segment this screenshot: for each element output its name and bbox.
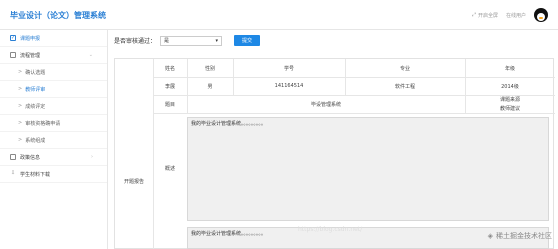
chevron-right-icon: > [18, 137, 23, 143]
chevron-down-icon: ▾ [215, 37, 219, 44]
chevron-down-icon: ⌄ [88, 52, 93, 58]
review-status-select[interactable]: 是 ▾ [160, 35, 223, 46]
fullscreen-icon: ⤢ [471, 12, 476, 18]
col-major-header: 专业 [399, 65, 410, 72]
student-major: 软件工程 [394, 83, 415, 90]
app-title: 毕业设计（论文）管理系统 [10, 11, 106, 20]
main-content: 是否审核通过： 是 ▾ 提交 姓名 性别 学号 专业 年级 李展 男 14116… [108, 30, 558, 249]
student-name: 李展 [164, 83, 175, 90]
col-name-header: 姓名 [164, 65, 175, 72]
overview-label: 概述 [164, 165, 175, 172]
app-header: 毕业设计（论文）管理系统 ⤢ 开启全屏 在线用户 [0, 0, 558, 30]
checkbox-icon: ✓ [10, 35, 16, 41]
submit-button[interactable]: 提交 [234, 35, 261, 46]
col-id-header: 学号 [283, 65, 294, 72]
col-grade-header: 年级 [504, 65, 515, 72]
user-menu[interactable]: 在线用户 [506, 12, 526, 19]
chevron-right-icon: > [18, 103, 23, 109]
folder-icon [10, 52, 16, 58]
sidebar-item-topic-apply[interactable]: ✓ 课题申报 [0, 30, 107, 47]
chevron-right-icon: > [18, 120, 23, 126]
sidebar-item-system[interactable]: > 系统组成 [0, 132, 107, 149]
teacher-suggest-label: 教师建议 [499, 106, 520, 112]
sidebar-item-teacher-review[interactable]: > 教师评审 [0, 81, 107, 98]
chevron-right-icon: › [91, 154, 93, 160]
avatar[interactable] [534, 8, 548, 22]
topic-source-label: 课题来源 [499, 97, 520, 103]
student-id: 141164514 [274, 83, 304, 89]
sidebar-item-confirm-topic[interactable]: > 确认选题 [0, 64, 107, 81]
sidebar: ✓ 课题申报 流程管理 ⌄ > 确认选题 > 教师评审 > 成绩评定 > 审核资… [0, 30, 108, 249]
juejin-logo-icon: ◈ [487, 232, 493, 240]
sidebar-item-qualification[interactable]: > 审核资格确申请 [0, 115, 107, 132]
document-icon [10, 154, 16, 160]
header-actions: ⤢ 开启全屏 在线用户 [472, 8, 548, 22]
fullscreen-button[interactable]: ⤢ 开启全屏 [472, 12, 498, 19]
url-watermark: https://blog.csdn.net/ [298, 226, 363, 233]
topic-label: 题目 [164, 101, 175, 108]
sidebar-item-process[interactable]: 流程管理 ⌄ [0, 47, 107, 64]
sidebar-item-grading[interactable]: > 成绩评定 [0, 98, 107, 115]
review-status-label: 是否审核通过： [114, 38, 157, 45]
proposal-table: 姓名 性别 学号 专业 年级 李展 男 141164514 软件工程 2014级… [114, 58, 555, 249]
sidebar-item-policy[interactable]: 政策信息 › [0, 149, 107, 166]
sidebar-item-download[interactable]: ⇩ 学生材料下载 [0, 166, 107, 183]
overview-textarea[interactable]: 我的毕业设计管理系统。。。。。。。。。 [187, 117, 549, 221]
topic-value: 毕设管理系统 [310, 101, 341, 108]
chevron-right-icon: > [18, 86, 23, 92]
watermark: ◈ 稀土掘金技术社区 [487, 232, 552, 240]
review-filter: 是否审核通过： 是 ▾ 提交 [114, 35, 261, 46]
section-label: 开题报告 [123, 179, 144, 185]
col-gender-header: 性别 [204, 65, 215, 72]
student-grade: 2014级 [501, 83, 519, 90]
student-gender: 男 [207, 83, 213, 90]
download-icon: ⇩ [10, 170, 16, 176]
chevron-right-icon: > [18, 69, 23, 75]
